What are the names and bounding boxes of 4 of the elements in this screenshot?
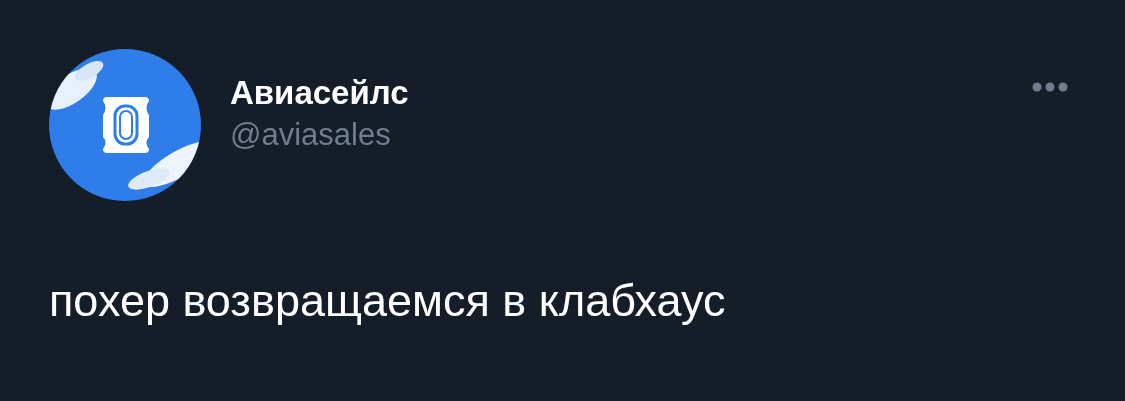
tweet-text: похер возвращаемся в клабхаус (49, 274, 727, 328)
author-handle[interactable]: @aviasales (230, 115, 409, 155)
more-icon[interactable] (1032, 82, 1068, 92)
author-name[interactable]: Авиасейлс (230, 73, 409, 113)
